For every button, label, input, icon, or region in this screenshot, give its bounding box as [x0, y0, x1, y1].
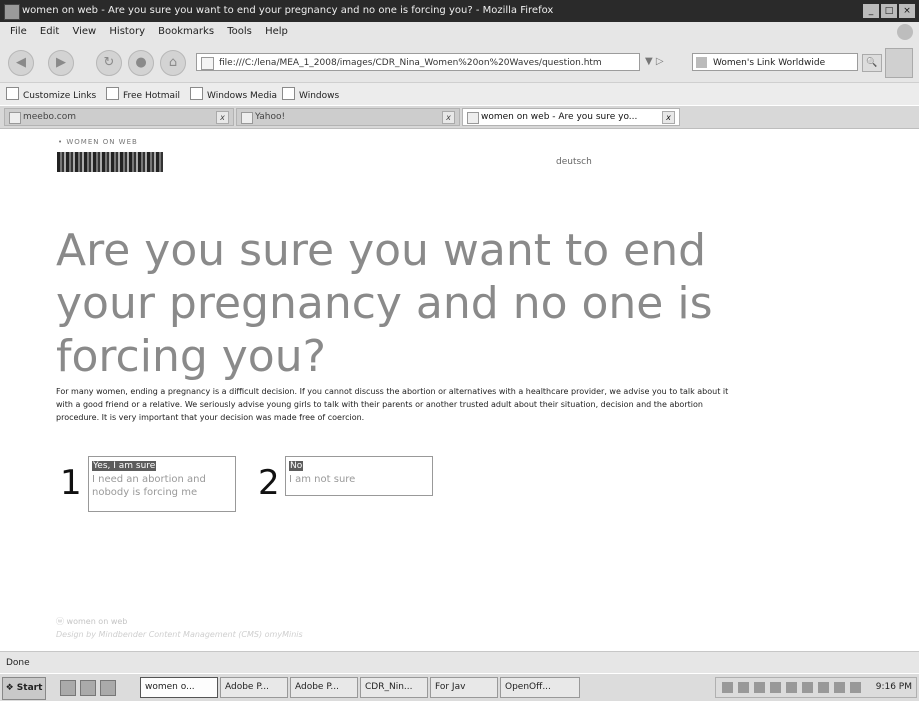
tray-icon[interactable]	[850, 682, 861, 693]
status-text: Done	[6, 658, 30, 668]
choice-yes-text: I need an abortion and nobody is forcing…	[92, 474, 206, 498]
tray-icon[interactable]	[818, 682, 829, 693]
bookmark-windows[interactable]: Windows	[282, 87, 339, 103]
taskbar-item-adobe-1[interactable]: Adobe P...	[220, 677, 288, 698]
tab-close-icon[interactable]: x	[216, 111, 229, 124]
stop-button[interactable]: ●	[128, 50, 154, 76]
tab-women-on-web[interactable]: women on web - Are you sure yo... x	[462, 108, 680, 126]
tab-close-icon[interactable]: x	[662, 111, 675, 124]
tab-close-icon[interactable]: x	[442, 111, 455, 124]
tray-icon[interactable]	[770, 682, 781, 693]
bookmark-free-hotmail[interactable]: Free Hotmail	[106, 87, 180, 103]
menu-bookmarks[interactable]: Bookmarks	[158, 22, 214, 42]
window-titlebar: women on web - Are you sure you want to …	[0, 0, 919, 22]
page-headline: Are you sure you want to end your pregna…	[56, 225, 713, 383]
choice-no-title: No	[289, 461, 304, 471]
tab-yahoo[interactable]: Yahoo! x	[236, 108, 460, 126]
toolbar-extension-button[interactable]	[885, 48, 913, 78]
tab-favicon	[9, 112, 21, 124]
window-controls: _ □ ×	[863, 4, 915, 18]
taskbar-clock: 9:16 PM	[875, 682, 912, 692]
bookmarks-toolbar: Customize Links Free Hotmail Windows Med…	[0, 83, 919, 105]
window-title: women on web - Are you sure you want to …	[22, 5, 554, 16]
choice-yes-button[interactable]: Yes, I am sure I need an abortion and no…	[88, 456, 236, 512]
menu-tools[interactable]: Tools	[227, 22, 252, 42]
forward-button[interactable]: ▶	[48, 50, 74, 76]
tab-favicon	[467, 112, 479, 124]
show-desktop-icon[interactable]	[60, 680, 76, 696]
minimize-button[interactable]: _	[863, 4, 879, 18]
tray-icon[interactable]	[834, 682, 845, 693]
choice-yes-title: Yes, I am sure	[92, 461, 157, 471]
taskbar-item-cdr-folder[interactable]: CDR_Nin...	[360, 677, 428, 698]
menu-edit[interactable]: Edit	[40, 22, 59, 42]
tray-icon[interactable]	[754, 682, 765, 693]
home-button[interactable]: ⌂	[160, 50, 186, 76]
url-dropdown-icon[interactable]: ▼ ▷	[645, 56, 664, 67]
bookmark-windows-media[interactable]: Windows Media	[190, 87, 277, 103]
page-content: • WOMEN ON WEB deutsch Are you sure you …	[0, 129, 919, 651]
firefox-icon	[4, 4, 20, 20]
bookmark-customize-links[interactable]: Customize Links	[6, 87, 96, 103]
url-text: file:///C:/lena/MEA_1_2008/images/CDR_Ni…	[219, 58, 602, 68]
close-button[interactable]: ×	[899, 4, 915, 18]
menu-bar: File Edit View History Bookmarks Tools H…	[0, 22, 919, 42]
choice-no-button[interactable]: No I am not sure	[285, 456, 433, 496]
bookmark-icon	[106, 87, 119, 100]
windows-taskbar: ❖ Start women o... Adobe P... Adobe P...…	[0, 673, 919, 701]
choice-no-text: I am not sure	[289, 474, 356, 485]
back-button[interactable]: ◀	[8, 50, 34, 76]
tab-meebo[interactable]: meebo.com x	[4, 108, 234, 126]
menu-help[interactable]: Help	[265, 22, 288, 42]
footer-credit[interactable]: Design by Mindbender Content Management …	[56, 630, 303, 639]
footer-logo[interactable]: ⓦ women on web	[56, 616, 127, 627]
quicklaunch-media-icon[interactable]	[100, 680, 116, 696]
search-input[interactable]: Women's Link Worldwide	[692, 53, 858, 71]
menu-history[interactable]: History	[109, 22, 145, 42]
url-bar[interactable]: file:///C:/lena/MEA_1_2008/images/CDR_Ni…	[196, 53, 640, 71]
quicklaunch-browser-icon[interactable]	[80, 680, 96, 696]
tray-icon[interactable]	[722, 682, 733, 693]
reload-button[interactable]: ↻	[96, 50, 122, 76]
status-bar: Done	[0, 651, 919, 674]
maximize-button[interactable]: □	[881, 4, 897, 18]
choice-number-2: 2	[258, 463, 280, 503]
navigation-toolbar: ◀ ▶ ↻ ● ⌂ file:///C:/lena/MEA_1_2008/ima…	[0, 42, 919, 83]
menu-file[interactable]: File	[10, 22, 27, 42]
tray-icon[interactable]	[738, 682, 749, 693]
taskbar-item-firefox[interactable]: women o...	[140, 677, 218, 698]
taskbar-item-openoffice[interactable]: OpenOff...	[500, 677, 580, 698]
intro-paragraph: For many women, ending a pregnancy is a …	[56, 387, 729, 422]
tray-icon[interactable]	[802, 682, 813, 693]
search-engine-label: Women's Link Worldwide	[713, 58, 826, 68]
site-brand-text: • WOMEN ON WEB	[58, 138, 138, 146]
taskbar-item-adobe-2[interactable]: Adobe P...	[290, 677, 358, 698]
taskbar-item-for-jav[interactable]: For Jav	[430, 677, 498, 698]
tray-icon[interactable]	[786, 682, 797, 693]
language-link[interactable]: deutsch	[556, 157, 592, 167]
bookmark-icon	[6, 87, 19, 100]
menu-view[interactable]: View	[72, 22, 96, 42]
search-engine-icon[interactable]	[696, 57, 707, 68]
search-go-button[interactable]: 🔍	[862, 54, 882, 72]
start-button[interactable]: ❖ Start	[2, 677, 46, 700]
choice-number-1: 1	[60, 463, 82, 503]
bookmark-icon	[282, 87, 295, 100]
tab-favicon	[241, 112, 253, 124]
throbber-icon	[897, 24, 913, 40]
page-favicon	[201, 57, 214, 70]
bookmark-icon	[190, 87, 203, 100]
site-logo[interactable]	[57, 152, 163, 172]
system-tray: 9:16 PM	[715, 677, 917, 698]
tab-strip: meebo.com x Yahoo! x women on web - Are …	[0, 106, 919, 129]
